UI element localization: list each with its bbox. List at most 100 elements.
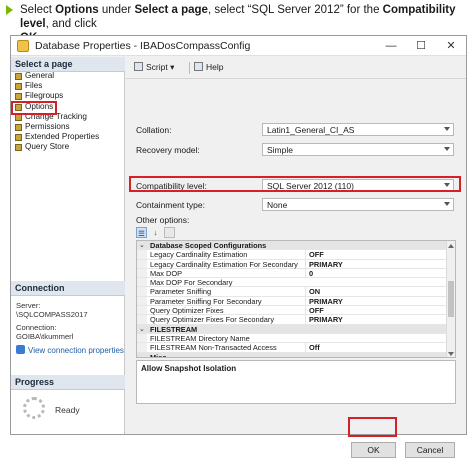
help-icon xyxy=(194,62,203,71)
grid-property-row[interactable]: Max DOP 0 xyxy=(137,268,447,279)
other-options-label: Other options: xyxy=(136,215,190,225)
progress-header: Progress xyxy=(11,375,125,390)
property-value[interactable]: Off xyxy=(305,343,445,353)
collation-select[interactable]: Latin1_General_CI_AS xyxy=(262,123,454,136)
property-name: Parameter Sniffing xyxy=(150,287,212,297)
property-value[interactable]: ON xyxy=(305,287,445,297)
recovery-model-value: Simple xyxy=(267,145,293,155)
instruction-part: under xyxy=(98,4,135,16)
compatibility-highlight-box xyxy=(129,176,461,192)
recovery-model-label: Recovery model: xyxy=(136,145,200,155)
property-value[interactable]: PRIMARY xyxy=(305,259,445,269)
maximize-button[interactable]: ☐ xyxy=(406,36,436,56)
grid-scrollbar[interactable] xyxy=(446,241,455,357)
page-icon xyxy=(15,73,22,80)
property-name: Max DOP For Secondary xyxy=(150,278,233,288)
property-name: Misc xyxy=(150,352,167,358)
grid-property-row[interactable]: Parameter Sniffing For Secondary PRIMARY xyxy=(137,296,447,307)
row-gutter xyxy=(137,268,147,278)
property-name: FILESTREAM Non-Transacted Access xyxy=(150,343,277,353)
row-gutter xyxy=(137,315,147,324)
alphabetical-sort-icon[interactable]: ↓ xyxy=(150,227,161,238)
page-item-permissions[interactable]: Permissions xyxy=(15,122,123,132)
grid-category-row[interactable]: ⌄ FILESTREAM xyxy=(137,324,447,334)
property-name: Database Scoped Configurations xyxy=(150,241,267,250)
page-icon xyxy=(15,93,22,101)
grid-property-row[interactable]: Legacy Cardinality Estimation For Second… xyxy=(137,259,447,269)
recovery-model-select[interactable]: Simple xyxy=(262,143,454,156)
grid-property-row[interactable]: Parameter Sniffing ON xyxy=(137,287,447,297)
ok-button[interactable]: OK xyxy=(351,442,396,458)
page-item-query-store[interactable]: Query Store xyxy=(15,142,123,152)
close-button[interactable]: ✕ xyxy=(436,36,466,56)
connection-label: Connection: xyxy=(16,323,57,332)
containment-type-select[interactable]: None xyxy=(262,198,454,211)
property-pages-icon[interactable] xyxy=(164,227,175,238)
title-bar[interactable]: Database Properties - IBADosCompassConfi… xyxy=(11,36,466,56)
grid-property-row[interactable]: Query Optimizer Fixes OFF xyxy=(137,306,447,316)
chevron-down-icon xyxy=(444,202,450,206)
property-value[interactable]: OFF xyxy=(305,250,445,260)
page-item-extended-properties[interactable]: Extended Properties xyxy=(15,132,123,142)
grid-property-row[interactable]: Max DOP For Secondary xyxy=(137,278,447,288)
script-label: Script xyxy=(146,62,168,72)
collation-label: Collation: xyxy=(136,125,172,135)
property-value[interactable]: PRIMARY xyxy=(305,315,445,325)
grid-property-row[interactable]: Query Optimizer Fixes For Secondary PRIMA… xyxy=(137,315,447,325)
row-gutter xyxy=(137,333,147,343)
scroll-up-icon[interactable] xyxy=(448,244,454,248)
page-icon xyxy=(15,123,22,131)
grid-property-row[interactable]: FILESTREAM Non-Transacted Access Off xyxy=(137,343,447,353)
page-item-general[interactable]: General xyxy=(15,71,123,81)
other-options-grid[interactable]: ⌄ Database Scoped Configurations Legacy Ca… xyxy=(136,240,456,358)
bullet-arrow-icon xyxy=(6,5,13,15)
scroll-down-icon[interactable] xyxy=(448,352,454,356)
collapse-chevron-icon[interactable]: ⌄ xyxy=(139,241,145,250)
help-label: Help xyxy=(206,62,224,72)
view-connection-properties-link[interactable]: View connection properties xyxy=(16,345,124,355)
script-button[interactable]: Script ▾ xyxy=(134,62,174,73)
page-item-label: Query Store xyxy=(25,142,70,152)
chevron-down-icon xyxy=(444,147,450,151)
property-value[interactable]: OFF xyxy=(305,306,445,316)
grid-property-row[interactable]: Legacy Cardinality Estimation OFF xyxy=(137,250,447,260)
property-name: FILESTREAM Directory Name xyxy=(150,333,250,343)
ok-highlight-box xyxy=(348,417,397,437)
toolbar: Script ▾ Help xyxy=(126,57,466,79)
instruction-bold: Select a page xyxy=(134,4,208,16)
cancel-button[interactable]: Cancel xyxy=(405,442,455,458)
grid-category-row[interactable]: ⌄ Database Scoped Configurations xyxy=(137,241,447,251)
database-icon xyxy=(17,40,29,52)
minimize-button[interactable]: — xyxy=(376,36,406,56)
property-name: Query Optimizer Fixes For Secondary xyxy=(150,315,275,325)
property-value[interactable]: PRIMARY xyxy=(305,296,445,306)
collapse-chevron-icon[interactable]: ⌄ xyxy=(139,353,145,357)
page-item-files[interactable]: Files xyxy=(15,81,123,91)
scroll-thumb[interactable] xyxy=(448,281,454,317)
property-value[interactable]: 0 xyxy=(305,268,445,278)
grid-category-row[interactable]: ⌄ Misc xyxy=(137,352,447,358)
property-name: Query Optimizer Fixes xyxy=(150,306,224,316)
page-icon xyxy=(15,83,22,91)
grid-property-row[interactable]: FILESTREAM Directory Name xyxy=(137,333,447,344)
categorized-sort-icon[interactable]: ☰ xyxy=(136,227,147,238)
toolbar-separator xyxy=(189,62,190,74)
server-value: \SQLCOMPASS2017 xyxy=(16,310,88,319)
containment-type-value: None xyxy=(267,200,288,210)
database-properties-window: Database Properties - IBADosCompassConfi… xyxy=(10,35,467,458)
page-item-label: Extended Properties xyxy=(25,132,100,142)
property-name: FILESTREAM xyxy=(150,324,198,334)
instruction-bold: Options xyxy=(55,4,99,16)
collapse-chevron-icon[interactable]: ⌄ xyxy=(139,325,145,334)
property-name: Max DOP xyxy=(150,268,183,278)
containment-type-label: Containment type: xyxy=(136,200,205,210)
instruction-part: , and click xyxy=(45,18,97,30)
help-button[interactable]: Help xyxy=(194,62,223,72)
row-gutter xyxy=(137,306,147,315)
page-icon xyxy=(15,144,22,152)
page-item-label: Filegroups xyxy=(25,91,64,101)
options-highlight-box xyxy=(11,101,57,115)
page-icon xyxy=(15,134,22,142)
property-description: Allow Snapshot Isolation xyxy=(136,360,456,404)
instruction-part: Select xyxy=(20,4,56,16)
